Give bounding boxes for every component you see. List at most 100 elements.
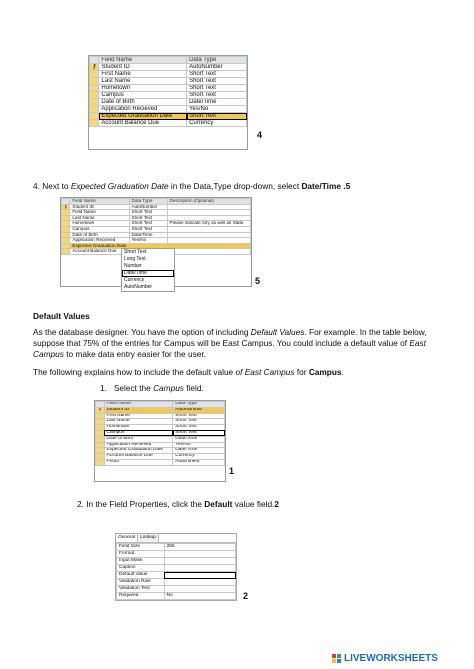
property-value[interactable] [163, 564, 237, 572]
properties-table: Field Size 255 Format Input Mask Caption Defa… [116, 543, 237, 600]
property-label: Format [116, 550, 165, 558]
footer-brand: LIVEWORKSHEETS [332, 653, 438, 664]
table-cell[interactable]: Hometown [98, 84, 188, 92]
screenshot-field-properties: General Lookup Field Size 255 Format Input … [115, 533, 237, 601]
table-cell[interactable]: Last Name [98, 77, 188, 85]
table-cell[interactable]: Expected Graduation Date [103, 447, 174, 455]
table-row[interactable]: Date of Birth Date/Time [88, 98, 247, 106]
table-cell[interactable]: Date of Birth [98, 98, 188, 106]
dropdown-option[interactable]: Date/Time [122, 270, 174, 277]
table-cell[interactable]: Account Balance Due [98, 119, 188, 127]
row-selector[interactable] [88, 112, 100, 120]
field-table-3: Field Name Data Type ⚷ Student ID AutoNumber… [95, 401, 225, 466]
tab-general[interactable]: General [116, 534, 139, 542]
table-cell[interactable]: Expected Graduation Date [98, 112, 188, 120]
table-row[interactable]: Hometown Short Text [88, 84, 247, 92]
property-value[interactable]: No [163, 592, 237, 600]
table-cell[interactable]: Please indicate City as well as State. [166, 220, 252, 227]
table-cell[interactable]: Photo [103, 458, 174, 466]
table-cell[interactable]: Campus [98, 91, 188, 99]
dropdown-option[interactable]: Currency [122, 277, 174, 284]
table-cell[interactable]: Short Text [186, 70, 247, 78]
table-cell[interactable]: Currency [186, 119, 247, 127]
explanation-paragraph: The following explains how to include th… [33, 367, 344, 377]
column-header: Field Name [98, 56, 188, 64]
dropdown-option[interactable]: AutoNumber [122, 284, 174, 291]
field-table-2: Field Name Data Type Description (Optional… [60, 198, 252, 255]
table-row[interactable]: Campus Short Text [88, 91, 247, 99]
row-selector[interactable] [88, 119, 100, 127]
tab-lookup[interactable]: Lookup [138, 534, 159, 542]
table-row[interactable]: First Name Short Text [88, 70, 247, 78]
step1-instruction: 1. Select the Campus field. [100, 383, 204, 393]
table-cell[interactable]: Yes/No [186, 105, 247, 113]
row-selector[interactable] [60, 248, 71, 255]
data-type-dropdown[interactable]: Short Text Long Text Number Date/Time Curren… [121, 248, 175, 292]
table-cell[interactable]: Short Text [186, 112, 247, 120]
property-label: Validation Text [116, 585, 165, 593]
table-cell[interactable] [166, 248, 252, 255]
column-header: Data Type [186, 56, 247, 64]
row-selector[interactable] [88, 91, 100, 99]
row-selector-header [88, 56, 100, 64]
step-number-1: 1 [229, 466, 235, 476]
step-number-4: 4 [257, 130, 263, 140]
row-selector[interactable] [88, 70, 100, 78]
table-cell[interactable]: Attachment [172, 458, 225, 466]
screenshot-field-list-3: Field Name Data Type ⚷ Student ID AutoNumber… [94, 400, 226, 482]
dropdown-option[interactable]: Short Text [122, 249, 174, 256]
row-selector[interactable] [88, 105, 100, 113]
dropdown-option[interactable]: Number [122, 263, 174, 270]
table-cell[interactable]: Short Text [186, 91, 247, 99]
table-row[interactable]: Account Balance Due Currency [88, 119, 247, 127]
row-selector[interactable] [95, 458, 105, 466]
section-heading: Default Values [33, 311, 90, 321]
property-value[interactable] [163, 585, 237, 593]
row-selector[interactable] [88, 98, 100, 106]
property-label: Validation Rule [116, 578, 165, 586]
property-label: Caption [116, 564, 165, 572]
property-label: Field Size [116, 543, 165, 551]
property-row[interactable]: Default Value [116, 571, 237, 579]
property-row[interactable]: Required No [116, 592, 237, 600]
property-row[interactable]: Format [116, 550, 237, 558]
property-label: Default Value [116, 571, 165, 579]
step-number-2: 2 [243, 591, 249, 601]
table-row[interactable]: Photo Attachment [95, 458, 225, 466]
brand-name: LIVEWORKSHEETS [344, 653, 438, 664]
table-cell[interactable]: Date/Time [186, 98, 247, 106]
table-cell[interactable]: AutoNumber [186, 63, 247, 71]
default-values-paragraph: As the database designer. You have the o… [33, 327, 427, 359]
property-label: Required [116, 592, 165, 600]
table-cell[interactable]: Short Text [186, 77, 247, 85]
field-table-1: Field Name Data Type ⚷ Student ID AutoNumber… [88, 56, 247, 127]
step2-instruction: 2. In the Field Properties, click the De… [77, 499, 280, 509]
table-row[interactable]: ⚷ Student ID AutoNumber [88, 63, 247, 71]
property-value[interactable]: 255 [163, 543, 237, 551]
header-row: Field Name Data Type [88, 56, 247, 64]
property-row[interactable]: Input Mask [116, 557, 237, 565]
property-label: Input Mask [116, 557, 165, 565]
table-cell[interactable]: Application Recieved [98, 105, 188, 113]
property-value[interactable] [163, 571, 237, 579]
property-row[interactable]: Validation Text [116, 585, 237, 593]
table-row[interactable]: Application Recieved Yes/No [88, 105, 247, 113]
row-selector[interactable] [88, 77, 100, 85]
row-selector[interactable] [88, 84, 100, 92]
screenshot-field-list-1: Field Name Data Type ⚷ Student ID AutoNumber… [88, 55, 248, 150]
property-row[interactable]: Caption [116, 564, 237, 572]
table-cell[interactable]: Student ID [98, 63, 188, 71]
step4-instruction: 4. Next to Expected Graduation Date in t… [33, 181, 351, 191]
property-value[interactable] [163, 557, 237, 565]
table-row[interactable]: Expected Graduation Date Short Text [88, 112, 247, 120]
table-cell[interactable]: Short Text [186, 84, 247, 92]
table-cell[interactable]: First Name [98, 70, 188, 78]
property-row[interactable]: Field Size 255 [116, 543, 237, 551]
step-number-5: 5 [255, 276, 261, 286]
property-row[interactable]: Validation Rule [116, 578, 237, 586]
property-value[interactable] [163, 550, 237, 558]
property-value[interactable] [163, 578, 237, 586]
dropdown-option[interactable]: Long Text [122, 256, 174, 263]
row-selector[interactable]: ⚷ [88, 63, 100, 71]
table-row[interactable]: Last Name Short Text [88, 77, 247, 85]
